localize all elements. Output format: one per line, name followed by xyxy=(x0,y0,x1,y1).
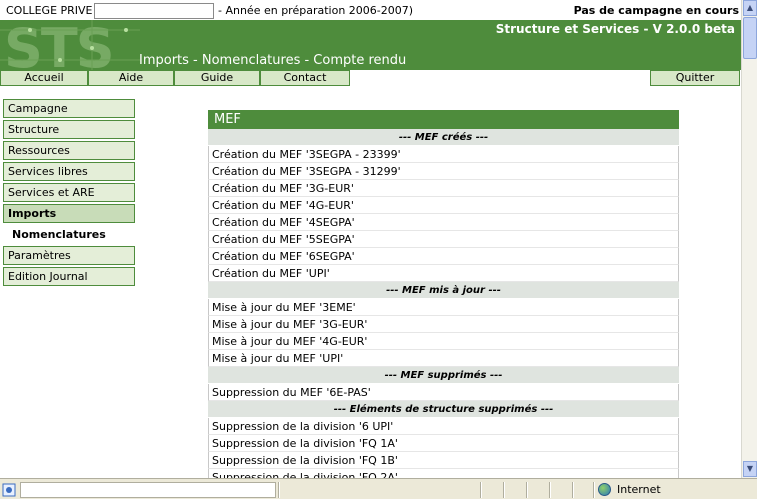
mef-report-panel: MEF --- MEF créés --- Création du MEF '3… xyxy=(208,110,679,486)
logo-decoration-icon xyxy=(0,20,140,70)
status-divider xyxy=(480,482,482,498)
nav-accueil-button[interactable]: Accueil xyxy=(0,70,88,86)
sidebar-item-ressources[interactable]: Ressources xyxy=(3,141,135,160)
nav-aide-button[interactable]: Aide xyxy=(88,70,174,86)
scroll-up-arrow-icon[interactable]: ▲ xyxy=(743,0,757,16)
top-info-bar: COLLEGE PRIVE - Année en préparation 200… xyxy=(0,0,741,20)
page-title: Imports - Nomenclatures - Compte rendu xyxy=(139,53,407,68)
app-title: Structure et Services - V 2.0.0 beta xyxy=(495,22,735,36)
section-header-mef-created: --- MEF créés --- xyxy=(208,129,679,146)
college-label: COLLEGE PRIVE xyxy=(6,4,93,17)
vertical-scrollbar[interactable]: ▲ ▼ xyxy=(741,0,757,478)
scroll-down-arrow-icon[interactable]: ▼ xyxy=(743,461,757,477)
report-row: Création du MEF '3G-EUR' xyxy=(208,180,679,197)
report-row: Création du MEF '4SEGPA' xyxy=(208,214,679,231)
section-header-structure-deleted: --- Eléments de structure supprimés --- xyxy=(208,401,679,418)
sidebar-item-services-are[interactable]: Services et ARE xyxy=(3,183,135,202)
section-header-mef-updated: --- MEF mis à jour --- xyxy=(208,282,679,299)
report-row: Création du MEF '3SEGPA - 31299' xyxy=(208,163,679,180)
quit-button[interactable]: Quitter xyxy=(650,70,740,86)
report-row: Mise à jour du MEF '4G-EUR' xyxy=(208,333,679,350)
status-divider xyxy=(593,482,595,498)
status-text-field xyxy=(20,482,276,498)
report-row: Création du MEF 'UPI' xyxy=(208,265,679,282)
security-zone-label: Internet xyxy=(617,483,661,496)
sidebar-subitem-nomenclatures[interactable]: Nomenclatures xyxy=(3,225,135,244)
report-row: Création du MEF '6SEGPA' xyxy=(208,248,679,265)
status-divider xyxy=(526,482,528,498)
section-header-mef-deleted: --- MEF supprimés --- xyxy=(208,367,679,384)
year-label: - Année en préparation 2006-2007) xyxy=(218,4,414,17)
status-divider xyxy=(278,482,280,498)
sidebar-item-parametres[interactable]: Paramètres xyxy=(3,246,135,265)
nav-guide-button[interactable]: Guide xyxy=(174,70,260,86)
campaign-status: Pas de campagne en cours xyxy=(573,4,739,17)
status-divider xyxy=(549,482,551,498)
report-row: Mise à jour du MEF '3G-EUR' xyxy=(208,316,679,333)
report-row: Suppression de la division 'FQ 1A' xyxy=(208,435,679,452)
sidebar-item-campagne[interactable]: Campagne xyxy=(3,99,135,118)
sidebar-item-edition-journal[interactable]: Edition Journal xyxy=(3,267,135,286)
sidebar-item-structure[interactable]: Structure xyxy=(3,120,135,139)
browser-status-bar: Internet xyxy=(0,478,757,499)
college-name-field[interactable] xyxy=(94,3,214,19)
report-row: Création du MEF '4G-EUR' xyxy=(208,197,679,214)
sidebar-item-imports[interactable]: Imports xyxy=(3,204,135,223)
report-row: Mise à jour du MEF 'UPI' xyxy=(208,350,679,367)
status-divider xyxy=(503,482,505,498)
status-divider xyxy=(572,482,574,498)
report-row: Suppression de la division 'FQ 1B' xyxy=(208,452,679,469)
report-row: Création du MEF '5SEGPA' xyxy=(208,231,679,248)
panel-title: MEF xyxy=(208,110,679,129)
page-status-icon xyxy=(2,483,16,497)
sidebar-menu: Campagne Structure Ressources Services l… xyxy=(3,99,135,288)
scrollbar-thumb[interactable] xyxy=(743,17,757,59)
report-row: Suppression du MEF '6E-PAS' xyxy=(208,384,679,401)
top-nav: Accueil Aide Guide Contact Quitter xyxy=(0,70,741,86)
report-row: Suppression de la division '6 UPI' xyxy=(208,418,679,435)
nav-contact-button[interactable]: Contact xyxy=(260,70,350,86)
sidebar-item-services-libres[interactable]: Services libres xyxy=(3,162,135,181)
internet-zone-globe-icon xyxy=(598,483,611,496)
report-row: Création du MEF '3SEGPA - 23399' xyxy=(208,146,679,163)
report-row: Mise à jour du MEF '3EME' xyxy=(208,299,679,316)
header-banner: STS Structure et Services - V 2.0.0 beta… xyxy=(0,20,741,70)
